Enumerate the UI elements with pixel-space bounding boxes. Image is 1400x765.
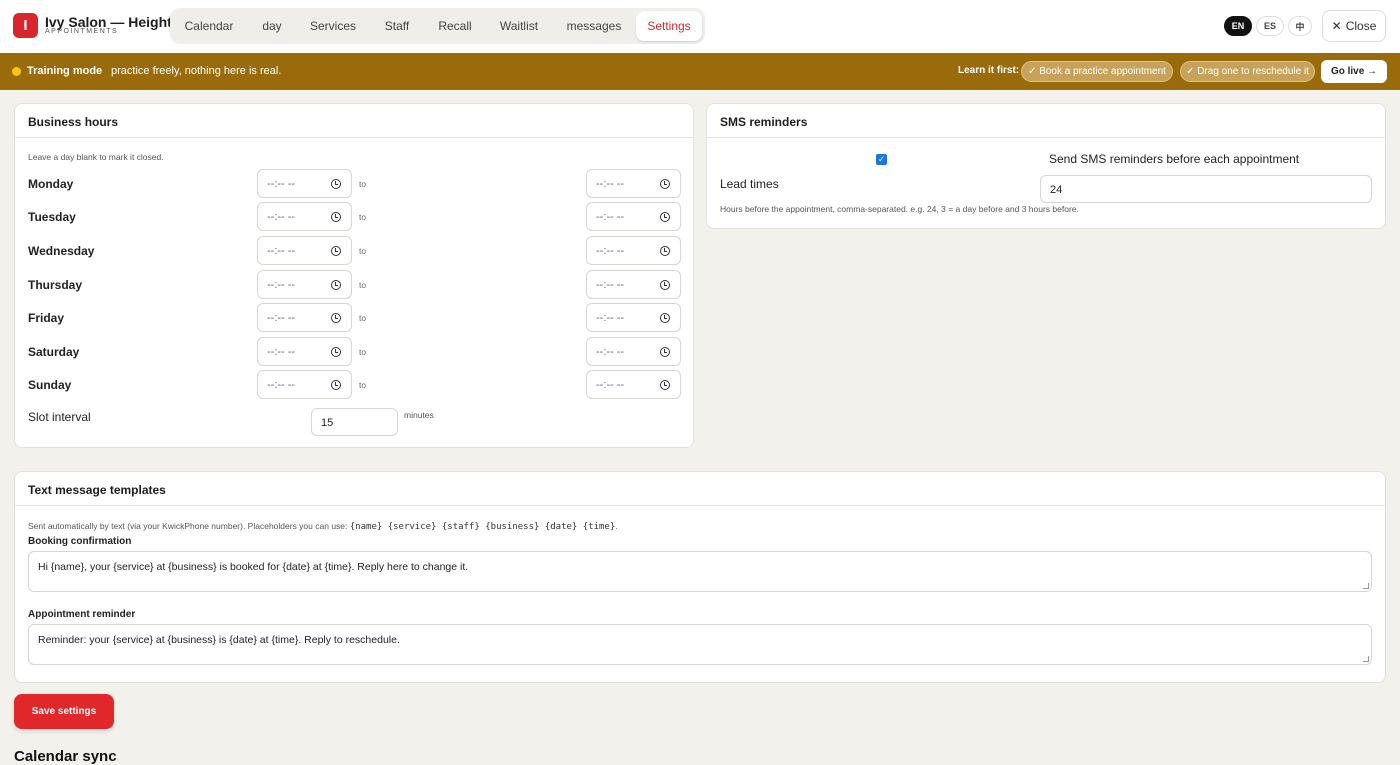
day-label-sunday: Sunday <box>28 378 72 392</box>
to-label: to <box>359 212 367 222</box>
resize-handle-icon[interactable] <box>1363 583 1369 589</box>
main-nav-tabs: Calendar day Services Staff Recall Waitl… <box>170 8 705 44</box>
sms-reminders-checkbox-label: Send SMS reminders before each appointme… <box>1049 152 1300 166</box>
sms-reminders-checkbox[interactable]: ✓ <box>876 154 887 165</box>
task-chip-drag-reschedule[interactable]: ✓ Drag one to reschedule it <box>1180 61 1315 82</box>
save-settings-button[interactable]: Save settings <box>14 694 114 729</box>
friday-open-time[interactable]: --:-- -- <box>257 303 352 332</box>
text-templates-hint: Sent automatically by text (via your Kwi… <box>28 521 618 532</box>
clock-icon <box>331 380 341 390</box>
lead-times-label: Lead times <box>720 177 779 191</box>
thursday-close-time[interactable]: --:-- -- <box>586 270 681 299</box>
day-label-saturday: Saturday <box>28 345 80 359</box>
clock-icon <box>660 246 670 256</box>
tab-services[interactable]: Services <box>300 11 366 41</box>
business-hours-hint: Leave a day blank to mark it closed. <box>28 152 164 162</box>
to-label: to <box>359 313 367 323</box>
sunday-open-time[interactable]: --:-- -- <box>257 370 352 399</box>
close-button-label: Close <box>1345 19 1377 33</box>
clock-icon <box>660 347 670 357</box>
day-label-friday: Friday <box>28 311 65 325</box>
clock-icon <box>331 313 341 323</box>
appointment-reminder-label: Appointment reminder <box>28 609 136 620</box>
booking-confirmation-textarea[interactable]: Hi {name}, your {service} at {business} … <box>28 551 1372 592</box>
slot-interval-label: Slot interval <box>28 410 91 424</box>
clock-icon <box>331 179 341 189</box>
app-logo: I <box>13 13 38 38</box>
resize-handle-icon[interactable] <box>1363 656 1369 662</box>
tab-staff[interactable]: Staff <box>370 11 424 41</box>
day-label-thursday: Thursday <box>28 278 83 292</box>
saturday-close-time[interactable]: --:-- -- <box>586 337 681 366</box>
placeholders-list: {name} {service} {staff} {business} {dat… <box>349 522 616 532</box>
training-indicator-dot <box>12 67 21 76</box>
clock-icon <box>660 313 670 323</box>
tab-settings[interactable]: Settings <box>636 11 702 41</box>
to-label: to <box>359 380 367 390</box>
clock-icon <box>331 347 341 357</box>
day-label-monday: Monday <box>28 177 74 191</box>
sms-reminders-card: SMS reminders ✓ Send SMS reminders befor… <box>706 103 1386 229</box>
training-mode-label: Training mode <box>27 65 103 77</box>
wednesday-close-time[interactable]: --:-- -- <box>586 236 681 265</box>
tab-calendar[interactable]: Calendar <box>174 11 244 41</box>
wednesday-open-time[interactable]: --:-- -- <box>257 236 352 265</box>
tab-messages[interactable]: messages <box>556 11 632 41</box>
sms-reminders-title: SMS reminders <box>707 104 1385 138</box>
task-chip-book-practice[interactable]: ✓ Book a practice appointment <box>1021 61 1173 82</box>
tab-day[interactable]: day <box>248 11 296 41</box>
lang-es-button[interactable]: ES <box>1256 16 1284 36</box>
clock-icon <box>331 280 341 290</box>
business-hours-title: Business hours <box>15 104 693 138</box>
tab-waitlist[interactable]: Waitlist <box>486 11 552 41</box>
clock-icon <box>331 246 341 256</box>
app-subtitle: APPOINTMENTS <box>45 28 119 35</box>
clock-icon <box>660 212 670 222</box>
slot-interval-unit: minutes <box>404 410 434 420</box>
monday-close-time[interactable]: --:-- -- <box>586 169 681 198</box>
lead-times-input[interactable]: 24 <box>1040 175 1372 203</box>
saturday-open-time[interactable]: --:-- -- <box>257 337 352 366</box>
clock-icon <box>331 212 341 222</box>
top-bar: I Ivy Salon — Heights APPOINTMENTS Calen… <box>0 0 1400 53</box>
close-icon: ✕ <box>1331 19 1342 33</box>
go-live-button[interactable]: Go live → <box>1321 60 1387 83</box>
to-label: to <box>359 347 367 357</box>
calendar-sync-heading: Calendar sync <box>14 748 117 765</box>
to-label: to <box>359 280 367 290</box>
thursday-open-time[interactable]: --:-- -- <box>257 270 352 299</box>
learn-it-first-label: Learn it first: <box>958 65 1020 76</box>
tab-recall[interactable]: Recall <box>428 11 482 41</box>
sunday-close-time[interactable]: --:-- -- <box>586 370 681 399</box>
lang-en-button[interactable]: EN <box>1224 16 1252 36</box>
day-label-tuesday: Tuesday <box>28 210 76 224</box>
text-templates-card: Text message templates Sent automaticall… <box>14 471 1386 683</box>
lang-zh-button[interactable]: 中 <box>1288 16 1312 36</box>
clock-icon <box>660 380 670 390</box>
monday-open-time[interactable]: --:-- -- <box>257 169 352 198</box>
tuesday-open-time[interactable]: --:-- -- <box>257 202 352 231</box>
business-hours-card: Business hours Leave a day blank to mark… <box>14 103 694 448</box>
lead-times-hint: Hours before the appointment, comma-sepa… <box>720 204 1079 214</box>
booking-confirmation-label: Booking confirmation <box>28 536 132 547</box>
tuesday-close-time[interactable]: --:-- -- <box>586 202 681 231</box>
to-label: to <box>359 179 367 189</box>
clock-icon <box>660 280 670 290</box>
clock-icon <box>660 179 670 189</box>
appointment-reminder-textarea[interactable]: Reminder: your {service} at {business} i… <box>28 624 1372 665</box>
text-templates-title: Text message templates <box>15 472 1385 506</box>
slot-interval-input[interactable]: 15 <box>311 408 398 436</box>
to-label: to <box>359 246 367 256</box>
training-mode-text: practice freely, nothing here is real. <box>111 65 282 77</box>
training-banner: Training mode practice freely, nothing h… <box>0 53 1400 90</box>
day-label-wednesday: Wednesday <box>28 244 95 258</box>
friday-close-time[interactable]: --:-- -- <box>586 303 681 332</box>
close-button[interactable]: ✕ Close <box>1322 10 1386 42</box>
